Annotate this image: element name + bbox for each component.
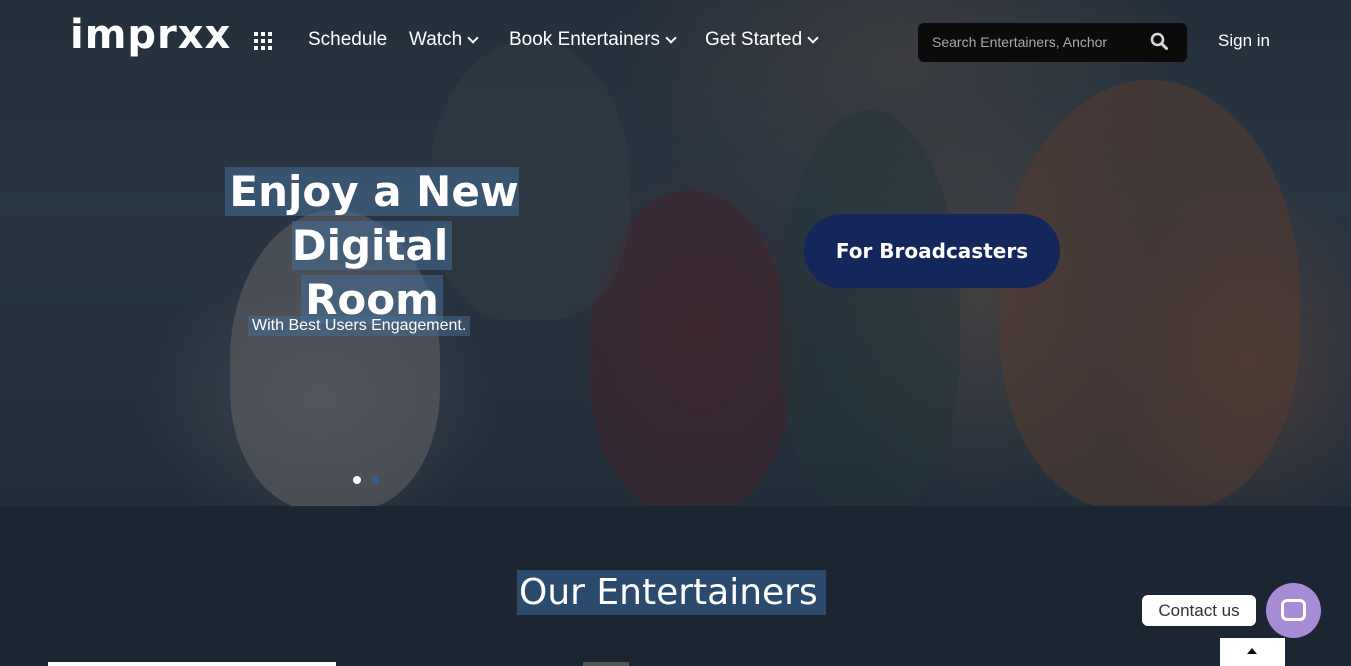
search-input[interactable]	[932, 31, 1132, 53]
sign-in-link[interactable]: Sign in	[1218, 31, 1270, 51]
nav-item-get-started[interactable]: Get Started	[705, 29, 819, 51]
contact-us-button[interactable]	[1266, 583, 1321, 638]
nav-item-book-entertainers[interactable]: Book Entertainers	[509, 29, 677, 51]
hero-headline: Enjoy a New Digital Room	[157, 165, 587, 327]
section-title: Our Entertainers	[517, 570, 826, 615]
carousel-dot[interactable]	[371, 476, 379, 484]
nav-item-label: Book Entertainers	[509, 29, 661, 50]
entertainer-card[interactable]	[48, 662, 336, 666]
carousel-dots	[353, 476, 379, 484]
chevron-down-icon	[807, 31, 819, 44]
arrow-up-icon	[1247, 648, 1257, 654]
nav-item-watch[interactable]: Watch	[409, 29, 479, 51]
nav-item-label: Get Started	[705, 29, 803, 50]
nav-item-label: Schedule	[308, 29, 388, 50]
nav-item-schedule[interactable]: Schedule	[308, 29, 387, 51]
carousel-dot-active[interactable]	[353, 476, 361, 484]
chat-icon	[1281, 599, 1306, 621]
for-broadcasters-button[interactable]: For Broadcasters	[804, 214, 1060, 288]
hero-subheadline: With Best Users Engagement.	[248, 316, 471, 336]
search-icon[interactable]	[1150, 32, 1168, 50]
entertainer-card[interactable]	[583, 662, 629, 666]
contact-us-label[interactable]: Contact us	[1142, 595, 1256, 626]
nav-item-label: Watch	[409, 29, 463, 50]
grid-icon[interactable]	[254, 32, 272, 50]
headline-line-1: Enjoy a New Digital	[225, 167, 519, 270]
chevron-down-icon	[665, 31, 677, 44]
search-bar	[918, 23, 1187, 62]
scroll-to-top-button[interactable]	[1220, 638, 1285, 666]
logo[interactable]: imprxx	[70, 12, 231, 58]
chevron-down-icon	[467, 31, 479, 44]
top-navbar: imprxx Schedule Watch Book Entertainers …	[0, 0, 1351, 80]
